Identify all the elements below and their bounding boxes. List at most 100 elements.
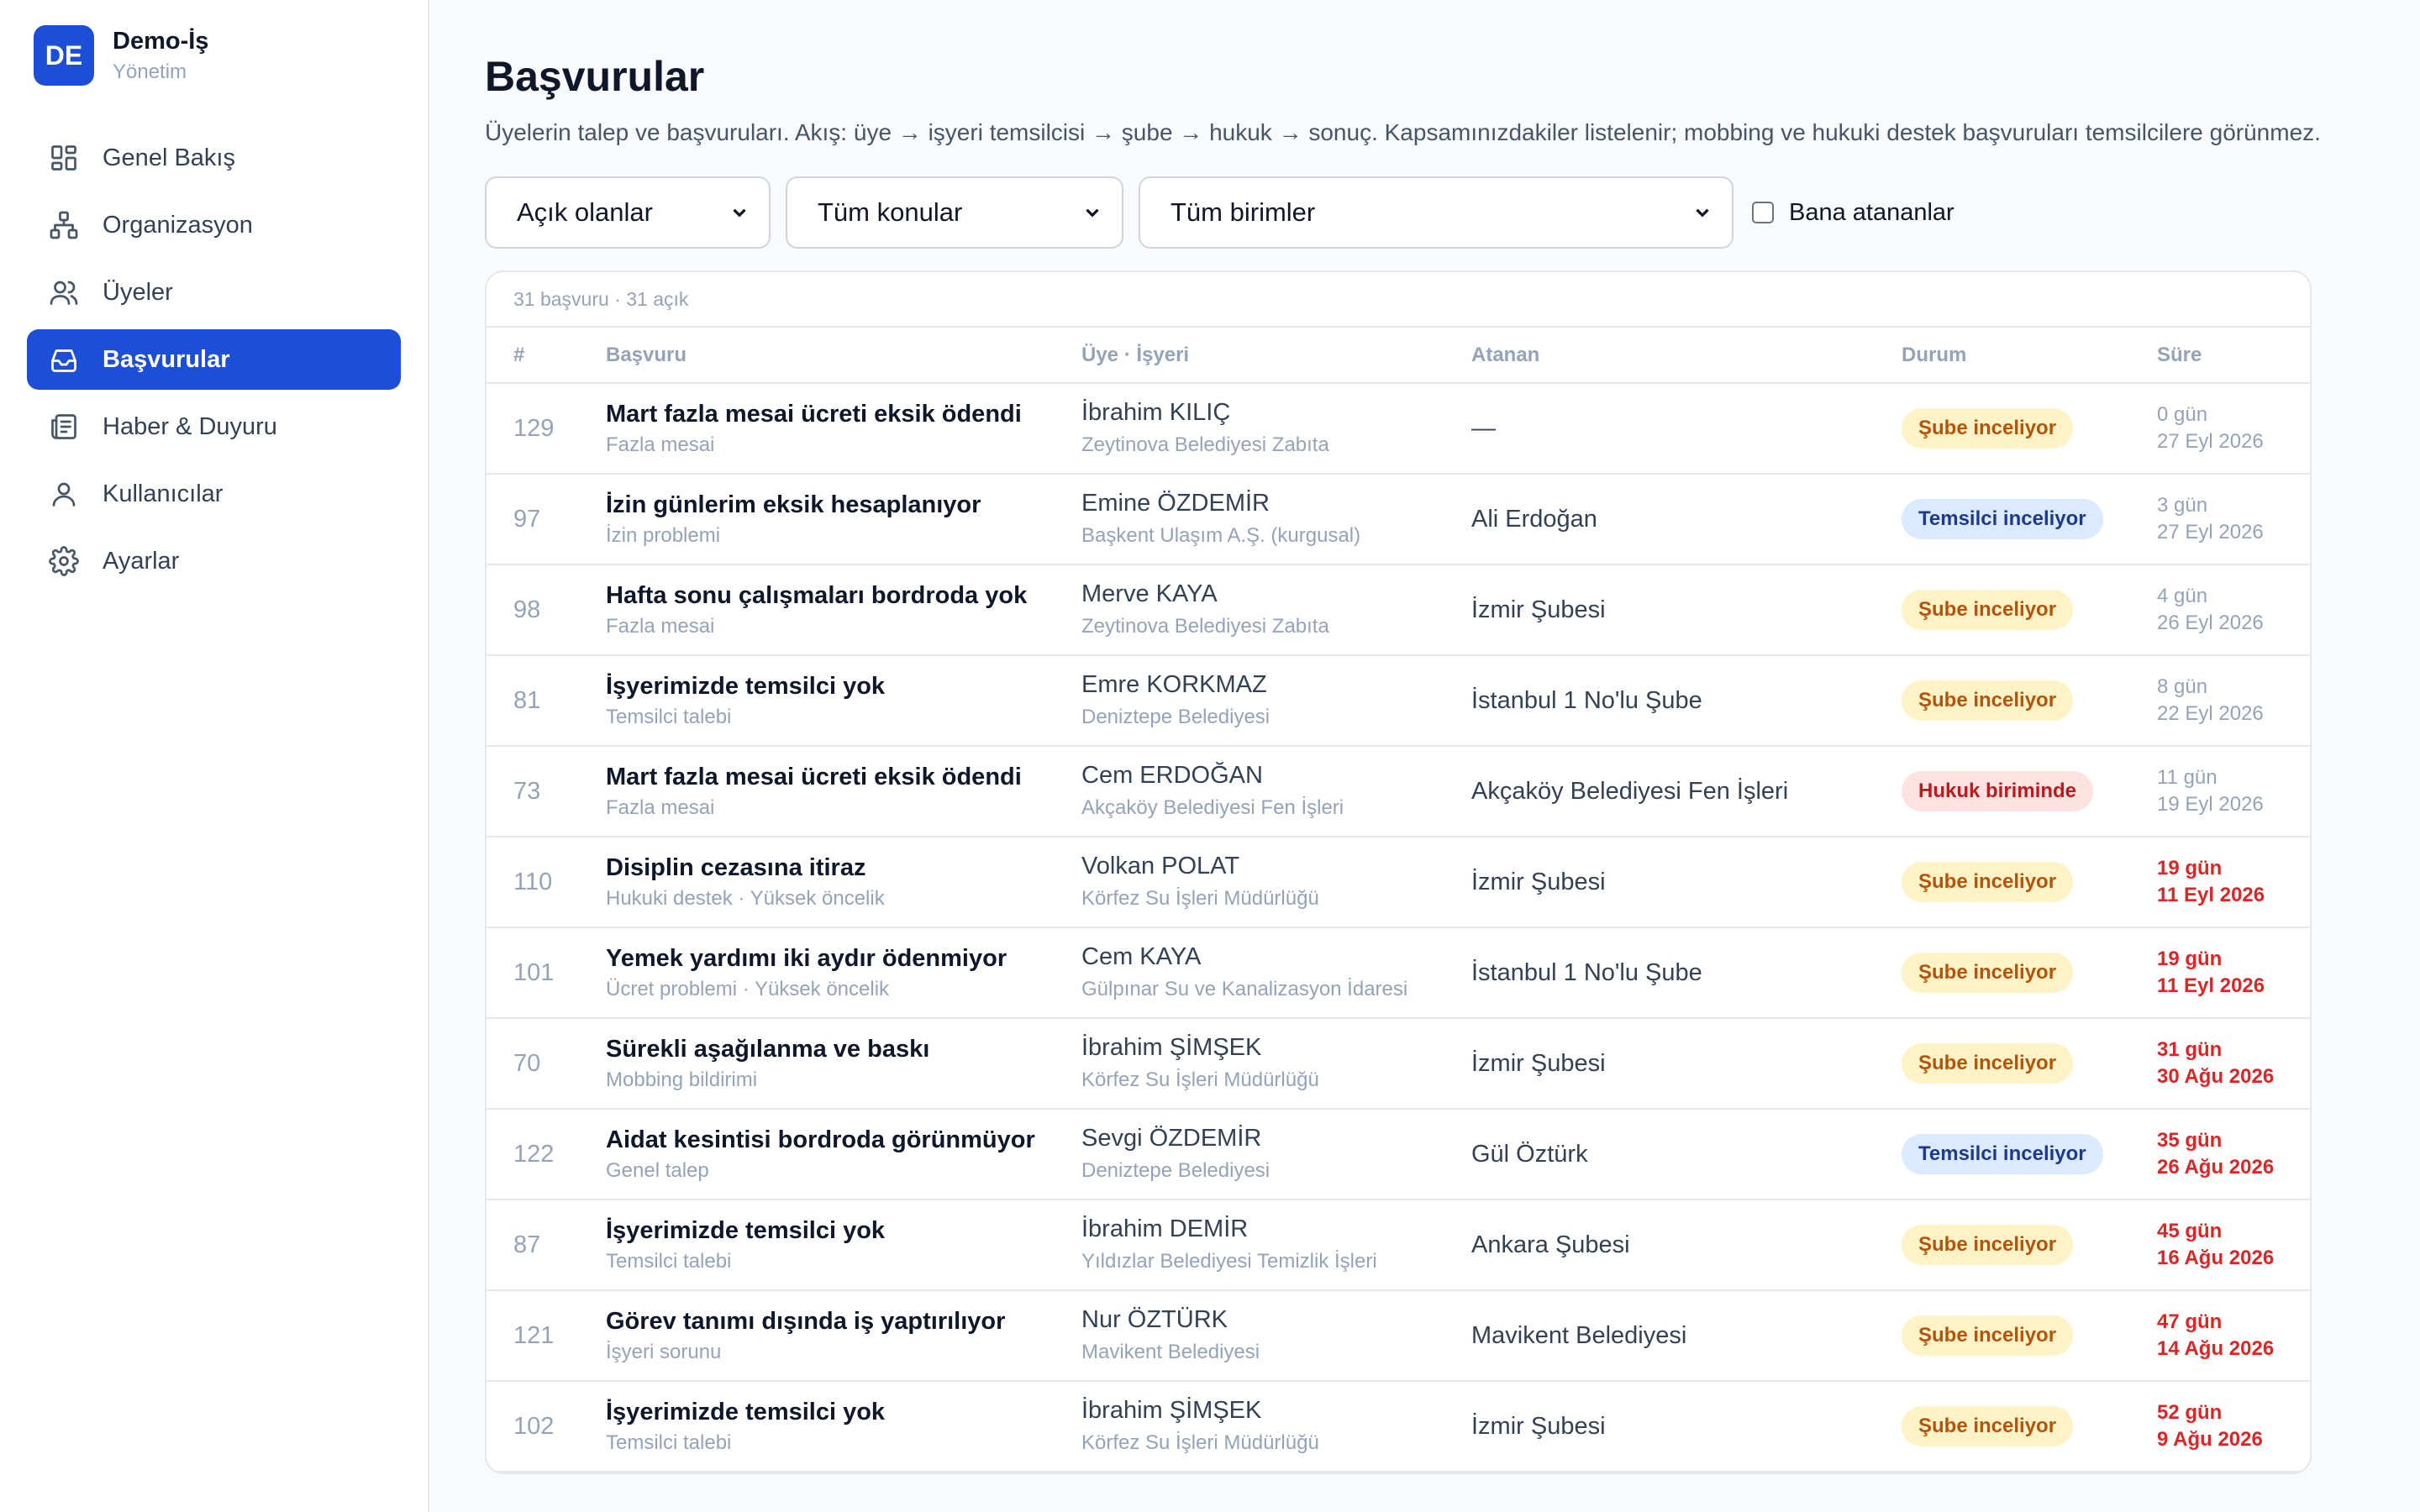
table-row[interactable]: 81 İşyerimizde temsilci yok Temsilci taleb… [487, 655, 2310, 747]
sidebar-item-3[interactable]: Üyeler [27, 262, 401, 323]
application-title[interactable]: Mart fazla mesai ücreti eksik ödendi [606, 764, 1081, 791]
member-name: İbrahim ŞİMŞEK [1081, 1034, 1262, 1061]
application-id: 81 [487, 655, 606, 747]
brand-logo: DE [34, 25, 94, 86]
age-days: 52 gün [2157, 1401, 2223, 1424]
col-header-status[interactable]: Durum [1902, 328, 2157, 384]
sidebar-item-1[interactable]: Genel Bakış [27, 128, 401, 188]
age-cell: 52 gün 9 Ağu 2026 [2157, 1401, 2310, 1452]
unit-filter-select[interactable]: Tüm birimler [1139, 176, 1733, 249]
table-row[interactable]: 87 İşyerimizde temsilci yok Temsilci taleb… [487, 1200, 2310, 1291]
table-row[interactable]: 101 Yemek yardımı iki aydır ödenmiyor Ücre… [487, 927, 2310, 1019]
brand-name: Demo-İş [113, 27, 209, 55]
status-badge: Hukuk biriminde [1902, 771, 2094, 811]
sidebar-item-label: Kullanıcılar [103, 480, 224, 507]
assignee: Gül Öztürk [1471, 1140, 1588, 1168]
age-date: 30 Ağu 2026 [2157, 1065, 2275, 1088]
status-badge: Şube inceliyor [1902, 1406, 2074, 1446]
col-header-assignee[interactable]: Atanan [1471, 328, 1902, 384]
application-title[interactable]: İşyerimizde temsilci yok [606, 673, 1081, 701]
col-header-member[interactable]: Üye · İşyeri [1081, 328, 1471, 384]
application-title[interactable]: Disiplin cezasına itiraz [606, 854, 1081, 882]
application-category: Temsilci talebi [606, 1249, 732, 1273]
application-id: 73 [487, 746, 606, 837]
status-filter-value: Açık olanlar [517, 197, 653, 227]
app-root: DE Demo-İş Yönetim Genel Bakış Organizasy… [0, 0, 2420, 1512]
assignee: — [1471, 414, 1496, 442]
age-date: 11 Eyl 2026 [2157, 884, 2265, 906]
table-row[interactable]: 98 Hafta sonu çalışmaları bordroda yok Faz… [487, 564, 2310, 656]
assignee: İzmir Şubesi [1471, 1412, 1606, 1440]
age-days: 35 gün [2157, 1129, 2223, 1152]
application-title[interactable]: Yemek yardımı iki aydır ödenmiyor [606, 945, 1081, 973]
sidebar-item-4[interactable]: Başvurular [27, 329, 401, 390]
member-workplace: Zeytinova Belediyesi Zabıta [1081, 615, 1329, 638]
status-badge: Şube inceliyor [1902, 1043, 2074, 1084]
age-days: 3 gün [2157, 494, 2208, 517]
application-category: İzin problemi [606, 523, 721, 547]
member-workplace: Deniztepe Belediyesi [1081, 706, 1270, 728]
assignee: İstanbul 1 No'lu Şube [1471, 686, 1702, 714]
col-header-age[interactable]: Süre [2157, 328, 2310, 384]
status-filter-select[interactable]: Açık olanlar [485, 176, 771, 249]
dashboard-icon [49, 143, 79, 173]
table-row[interactable]: 97 İzin günlerim eksik hesaplanıyor İzin p… [487, 474, 2310, 565]
table-row[interactable]: 70 Sürekli aşağılanma ve baskı Mobbing bil… [487, 1018, 2310, 1110]
application-title[interactable]: Görev tanımı dışında iş yaptırılıyor [606, 1308, 1081, 1336]
application-category: Genel talep [606, 1158, 709, 1182]
application-id: 98 [487, 564, 606, 656]
chevron-down-icon [1086, 208, 1099, 218]
application-title[interactable]: Aidat kesintisi bordroda görünmüyor [606, 1126, 1081, 1154]
sidebar-item-label: Üyeler [103, 278, 173, 306]
age-date: 14 Ağu 2026 [2157, 1337, 2275, 1360]
application-title[interactable]: Sürekli aşağılanma ve baskı [606, 1036, 1081, 1063]
age-days: 47 gün [2157, 1310, 2223, 1333]
member-workplace: Zeytinova Belediyesi Zabıta [1081, 433, 1329, 456]
sidebar-item-6[interactable]: Kullanıcılar [27, 464, 401, 524]
member-workplace: Körfez Su İşleri Müdürlüğü [1081, 1068, 1319, 1091]
application-category: Ücret problemi · Yüksek öncelik [606, 977, 890, 1000]
sidebar-item-7[interactable]: Ayarlar [27, 531, 401, 591]
member-workplace: Gülpınar Su ve Kanalizasyon İdaresi [1081, 978, 1408, 1000]
member-name: Sevgi ÖZDEMİR [1081, 1125, 1262, 1152]
application-title[interactable]: İzin günlerim eksik hesaplanıyor [606, 491, 1081, 519]
member-name: İbrahim KILIÇ [1081, 399, 1231, 426]
age-cell: 0 gün 27 Eyl 2026 [2157, 403, 2310, 454]
age-date: 26 Ağu 2026 [2157, 1156, 2275, 1179]
sidebar-item-label: Haber & Duyuru [103, 412, 277, 440]
status-badge: Şube inceliyor [1902, 590, 2074, 630]
table-row[interactable]: 110 Disiplin cezasına itiraz Hukuki destek… [487, 837, 2310, 928]
age-cell: 4 gün 26 Eyl 2026 [2157, 585, 2310, 635]
table-row[interactable]: 122 Aidat kesintisi bordroda görünmüyor Ge… [487, 1109, 2310, 1200]
table-row[interactable]: 102 İşyerimizde temsilci yok Temsilci tale… [487, 1381, 2310, 1473]
table-row[interactable]: 121 Görev tanımı dışında iş yaptırılıyor İ… [487, 1290, 2310, 1382]
application-id: 122 [487, 1109, 606, 1200]
brand[interactable]: DE Demo-İş Yönetim [34, 25, 401, 86]
col-header-title[interactable]: Başvuru [606, 328, 1081, 384]
application-title[interactable]: Hafta sonu çalışmaları bordroda yok [606, 582, 1081, 610]
sidebar-item-5[interactable]: Haber & Duyuru [27, 396, 401, 457]
status-badge: Temsilci inceliyor [1902, 499, 2103, 539]
application-id: 121 [487, 1290, 606, 1382]
application-title[interactable]: İşyerimizde temsilci yok [606, 1217, 1081, 1245]
application-title[interactable]: İşyerimizde temsilci yok [606, 1399, 1081, 1426]
topic-filter-select[interactable]: Tüm konular [786, 176, 1123, 249]
age-days: 8 gün [2157, 675, 2208, 698]
col-header-num[interactable]: # [487, 328, 606, 384]
application-id: 87 [487, 1200, 606, 1291]
assigned-to-me-checkbox[interactable] [1752, 202, 1774, 223]
age-cell: 47 gün 14 Ağu 2026 [2157, 1310, 2310, 1361]
member-name: İbrahim DEMİR [1081, 1215, 1249, 1242]
member-name: Emine ÖZDEMİR [1081, 490, 1270, 517]
age-days: 19 gün [2157, 857, 2223, 879]
sidebar-item-2[interactable]: Organizasyon [27, 195, 401, 255]
table-row[interactable]: 129 Mart fazla mesai ücreti eksik ödendi F… [487, 383, 2310, 475]
member-workplace: Başkent Ulaşım A.Ş. (kurgusal) [1081, 524, 1361, 547]
assignee: İzmir Şubesi [1471, 596, 1606, 623]
users-icon [49, 277, 79, 307]
table-row[interactable]: 73 Mart fazla mesai ücreti eksik ödendi Fa… [487, 746, 2310, 837]
assignee: İzmir Şubesi [1471, 1049, 1606, 1077]
member-workplace: Körfez Su İşleri Müdürlüğü [1081, 887, 1319, 910]
assigned-to-me-toggle[interactable]: Bana atananlar [1752, 199, 1954, 227]
application-title[interactable]: Mart fazla mesai ücreti eksik ödendi [606, 401, 1081, 428]
